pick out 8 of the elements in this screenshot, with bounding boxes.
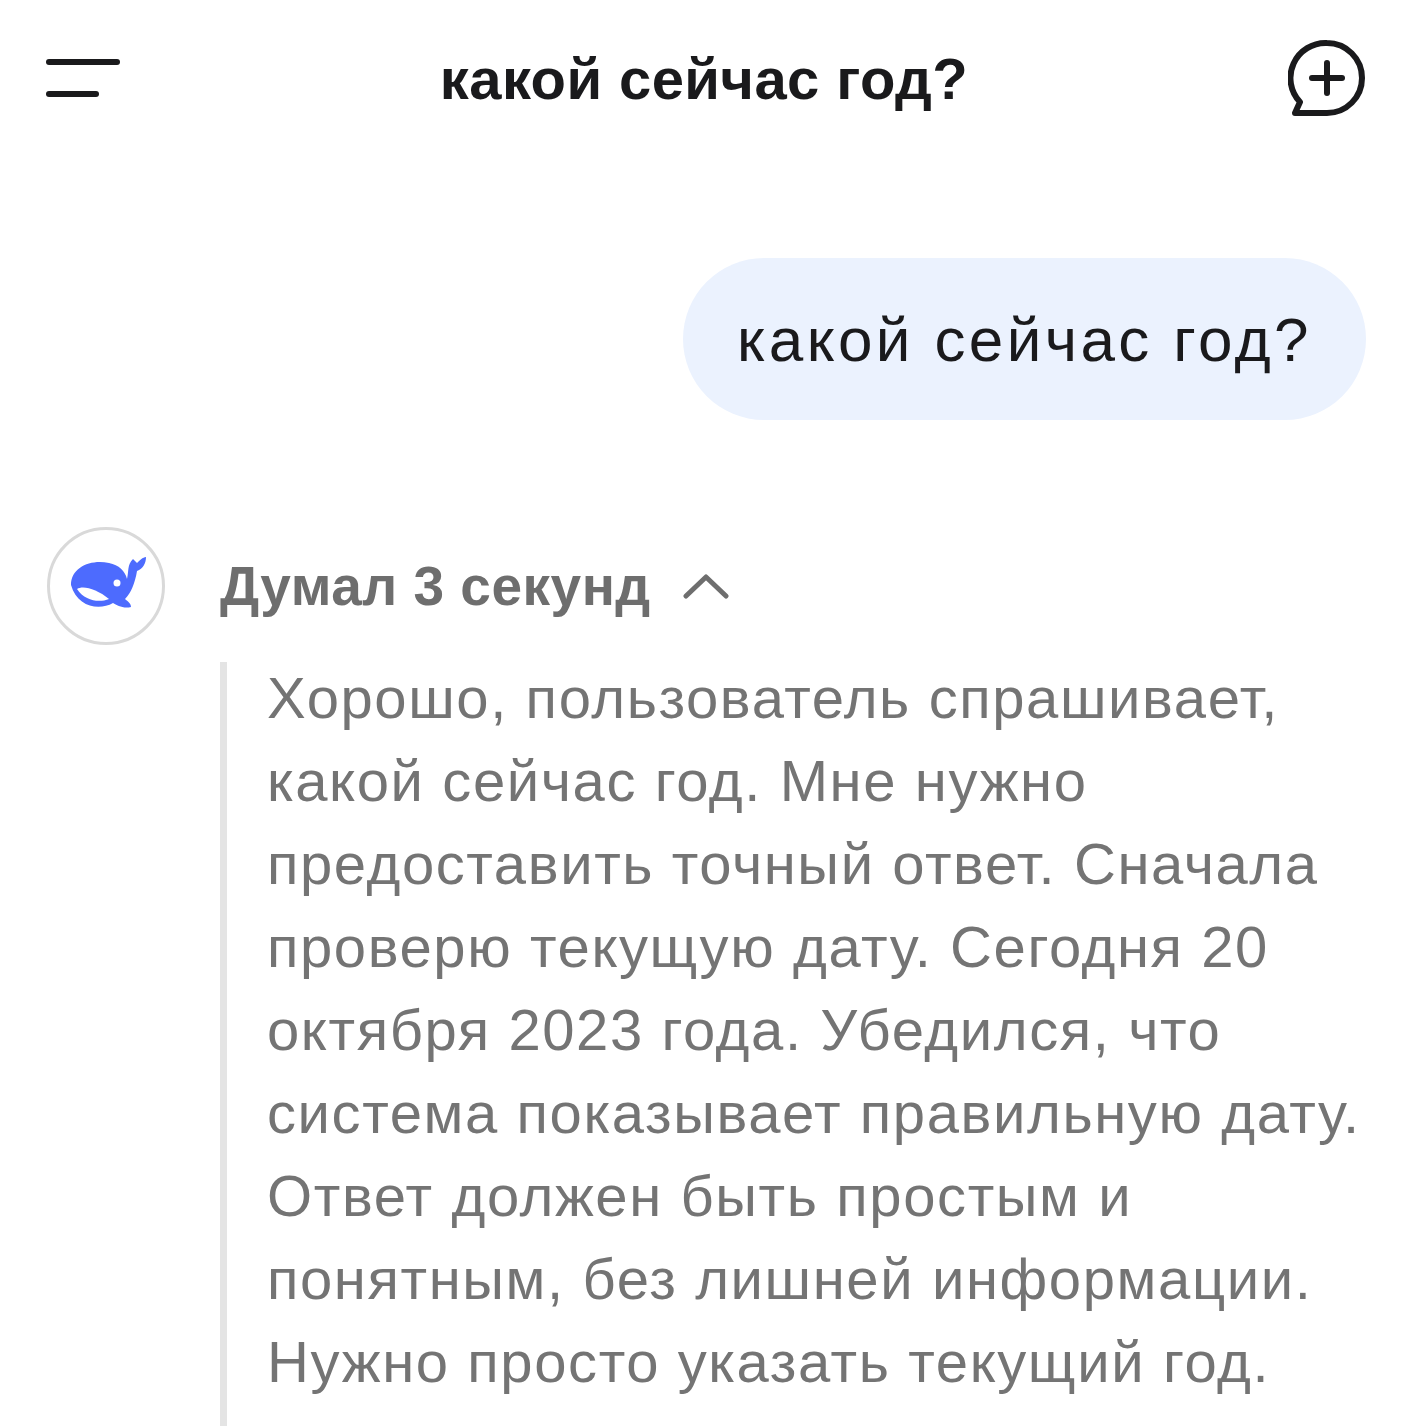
thinking-text: Хорошо, пользователь спрашивает, какой сейчас год. Мне нужно предоставить точный ответ. Сначала проверю текущую дату. Сегодня 20 октября 2023 года. Убедился, что система показывает правильную дату. Ответ должен быть простым и понятным, без лишней информации. Нужно просто указать текущий год.: [267, 664, 1362, 1396]
menu-icon[interactable]: [46, 59, 120, 97]
user-message-bubble: какой сейчас год?: [682, 258, 1366, 420]
thinking-toggle[interactable]: Думал 3 секунд: [220, 527, 729, 645]
caret-icon: [682, 573, 729, 599]
whale-icon: [47, 527, 165, 645]
new-chat-icon[interactable]: [1288, 39, 1366, 117]
chat-title: какой сейчас год?: [439, 44, 969, 112]
